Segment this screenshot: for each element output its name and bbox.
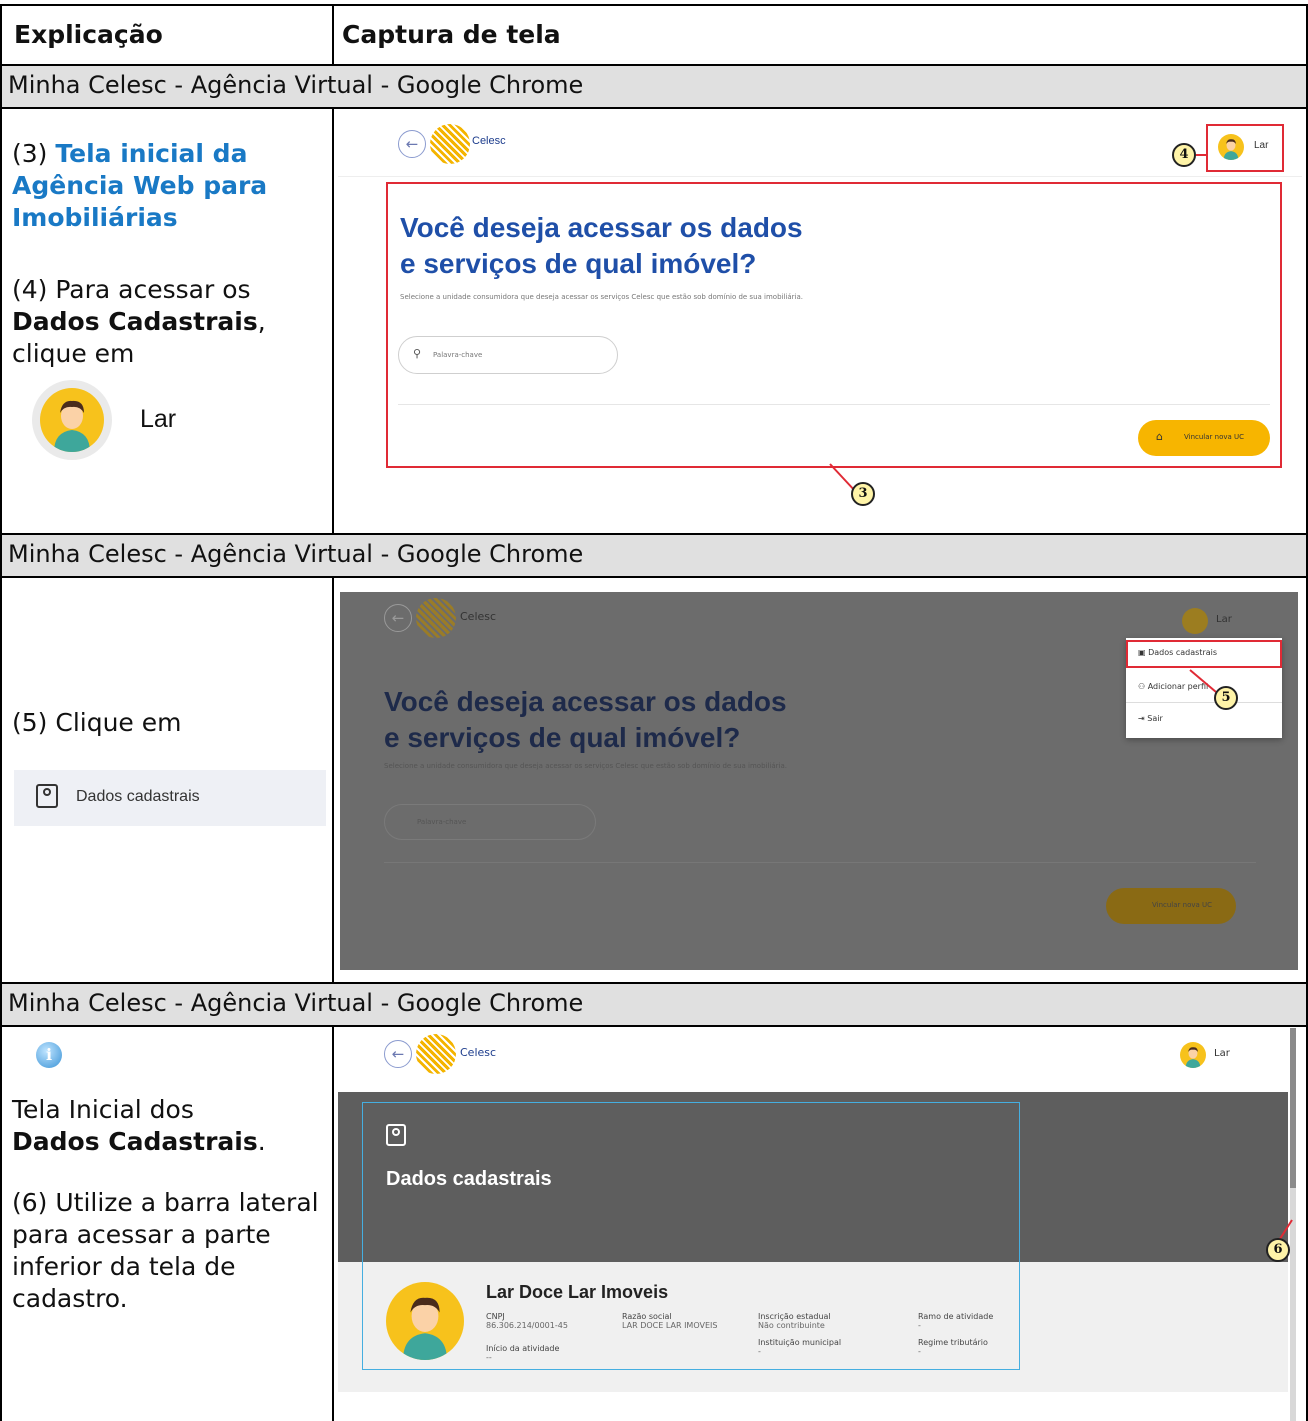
table-border xyxy=(0,1025,1308,1027)
step-4-text: (4) Para acessar os Dados Cadastrais, cl… xyxy=(12,275,266,368)
logo-text: Celesc xyxy=(460,610,497,623)
search-icon: ⚲ xyxy=(413,347,422,360)
user-name: Lar xyxy=(1216,614,1232,625)
avatar-icon[interactable] xyxy=(1218,134,1244,160)
back-arrow-icon[interactable]: ← xyxy=(398,130,426,158)
profile-card-icon xyxy=(36,784,58,808)
home-icon: ⌂ xyxy=(1156,430,1163,443)
step-6-text: (6) Utilize a barra lateral para acessar… xyxy=(12,1188,319,1313)
subtitle: Selecione a unidade consumidora que dese… xyxy=(384,762,787,770)
table-border xyxy=(0,982,1308,984)
callout-4: 4 xyxy=(1172,143,1196,167)
logo-text: Celesc xyxy=(460,1046,497,1059)
table-border xyxy=(0,4,2,1421)
user-name[interactable]: Lar xyxy=(1214,1048,1230,1059)
user-name[interactable]: Lar xyxy=(1254,140,1268,151)
search-input: Palavra-chave xyxy=(384,804,596,840)
step-3-text: (3) Tela inicial da Agência Web para Imo… xyxy=(12,139,268,232)
table-border xyxy=(0,533,1308,535)
scrollbar-thumb[interactable] xyxy=(1290,1028,1296,1188)
window-title-bar-1: Minha Celesc - Agência Virtual - Google … xyxy=(0,65,1308,107)
company-avatar xyxy=(386,1282,464,1360)
table-border xyxy=(332,576,334,983)
subtitle: Selecione a unidade consumidora que dese… xyxy=(400,293,803,301)
table-border xyxy=(332,4,334,65)
document: Minha Celesc - Agência Virtual - Google … xyxy=(0,0,1308,1421)
menu-item-dados-cadastrais[interactable]: ▣ Dados cadastrais xyxy=(1138,648,1217,657)
screenshot-2: ← Celesc Lar Você deseja acessar os dado… xyxy=(340,592,1298,970)
window-title: Minha Celesc - Agência Virtual - Google … xyxy=(8,540,584,568)
field-cnpj: CNPJ 86.306.214/0001-45 xyxy=(486,1312,568,1330)
main-heading: Você deseja acessar os dados e serviços … xyxy=(384,686,787,753)
screenshot-3: ← Celesc Lar Dados cadastrais Lar Doce L… xyxy=(338,1028,1302,1421)
divider xyxy=(338,176,1302,177)
table-border xyxy=(0,576,1308,578)
divider xyxy=(1126,702,1282,703)
table-border xyxy=(0,4,1308,6)
back-arrow-icon[interactable]: ← xyxy=(384,1040,412,1068)
menu-item-sair[interactable]: ⇥ Sair xyxy=(1138,714,1163,723)
field-inicio-atividade: Início da atividade -- xyxy=(486,1344,560,1362)
callout-5: 5 xyxy=(1214,686,1238,710)
back-arrow-icon: ← xyxy=(384,604,412,632)
callout-line xyxy=(1196,154,1208,156)
field-razao-social: Razão social LAR DOCE LAR IMOVEIS xyxy=(622,1312,718,1330)
avatar-icon[interactable] xyxy=(1180,1042,1206,1068)
user-label: Lar xyxy=(140,405,177,433)
field-instituicao-municipal: Instituição municipal - xyxy=(758,1338,842,1356)
field-regime-tributario: Regime tributário - xyxy=(918,1338,988,1356)
logo-text: Celesc xyxy=(472,135,506,147)
section-3-intro: Tela Inicial dos Dados Cadastrais. xyxy=(12,1095,266,1156)
callout-3: 3 xyxy=(851,482,875,506)
menu-item-example: Dados cadastrais xyxy=(14,770,326,826)
table-border xyxy=(332,107,334,534)
column-header-explanation: Explicação xyxy=(14,20,163,49)
window-title: Minha Celesc - Agência Virtual - Google … xyxy=(8,989,584,1017)
callout-6: 6 xyxy=(1266,1238,1290,1262)
avatar-icon xyxy=(40,388,104,452)
window-title-bar-2: Minha Celesc - Agência Virtual - Google … xyxy=(0,534,1308,576)
table-border xyxy=(0,64,1308,66)
window-title: Minha Celesc - Agência Virtual - Google … xyxy=(8,71,584,99)
step-5-text: (5) Clique em xyxy=(12,708,182,737)
main-heading: Você deseja acessar os dados e serviços … xyxy=(400,212,803,279)
search-input[interactable]: ⚲ Palavra-chave xyxy=(398,336,618,374)
field-ramo-atividade: Ramo de atividade - xyxy=(918,1312,994,1330)
window-title-bar-3: Minha Celesc - Agência Virtual - Google … xyxy=(0,983,1308,1025)
screenshot-1: ← Celesc Lar 4 Você deseja acessar os da… xyxy=(338,110,1302,532)
divider xyxy=(384,862,1256,863)
celesc-logo-icon xyxy=(416,1034,456,1074)
divider xyxy=(398,404,1270,405)
avatar xyxy=(32,380,112,460)
info-icon: i xyxy=(36,1042,62,1068)
table-border xyxy=(332,1025,334,1421)
user-dropdown-menu: ▣ Dados cadastrais ⚇ Adicionar perfil ⇥ … xyxy=(1126,638,1282,738)
vincular-button[interactable]: ⌂ Vincular nova UC xyxy=(1138,420,1270,456)
company-name: Lar Doce Lar Imoveis xyxy=(486,1282,669,1302)
table-border xyxy=(0,107,1308,109)
vincular-button: Vincular nova UC xyxy=(1106,888,1236,924)
field-inscricao-estadual: Inscrição estadual Não contribuinte xyxy=(758,1312,831,1330)
celesc-logo-icon xyxy=(430,124,470,164)
celesc-logo-icon xyxy=(416,598,456,638)
column-header-screenshot: Captura de tela xyxy=(342,20,561,49)
avatar-icon xyxy=(1182,608,1208,634)
